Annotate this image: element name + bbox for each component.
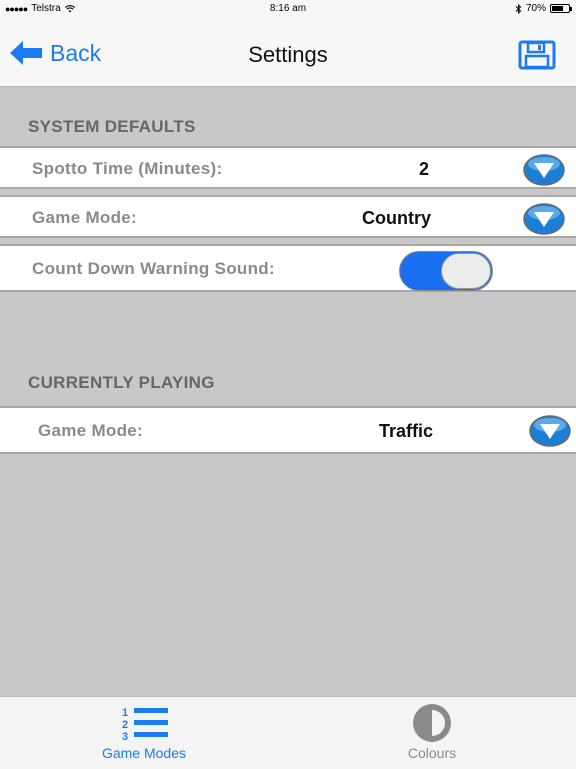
half-circle-icon: [413, 704, 451, 742]
status-time: 8:16 am: [269, 3, 307, 14]
tab-colours-label: Colours: [407, 745, 457, 761]
back-button[interactable]: Back: [8, 38, 101, 68]
chevron-down-icon: [529, 415, 571, 447]
current-game-mode-row: Game Mode: Traffic: [0, 406, 576, 454]
navigation-bar: Back Settings: [0, 18, 576, 87]
count-down-warning-row: Count Down Warning Sound:: [0, 244, 576, 292]
default-game-mode-value: Country: [362, 208, 431, 228]
bluetooth-icon: [515, 3, 522, 14]
tab-colours[interactable]: Colours: [288, 697, 576, 769]
current-game-mode-dropdown-button[interactable]: [528, 414, 572, 453]
current-game-mode-label: Game Mode:: [38, 421, 144, 440]
count-down-warning-toggle[interactable]: [399, 251, 493, 291]
default-game-mode-dropdown-button[interactable]: [522, 202, 566, 241]
numbered-list-icon: 1 2 3: [122, 707, 168, 741]
chevron-down-icon: [523, 203, 565, 235]
status-bar: ●●●●● Telstra 8:16 am 70%: [0, 0, 576, 18]
tab-game-modes-label: Game Modes: [101, 745, 187, 761]
current-game-mode-value: Traffic: [379, 421, 434, 441]
spotto-time-row: Spotto Time (Minutes): 2: [0, 146, 576, 189]
system-defaults-header: SYSTEM DEFAULTS: [28, 117, 196, 136]
count-down-warning-label: Count Down Warning Sound:: [32, 259, 275, 278]
spotto-time-value: 2: [419, 159, 430, 179]
save-button[interactable]: [518, 40, 556, 75]
spotto-time-dropdown-button[interactable]: [522, 153, 566, 192]
spotto-time-label: Spotto Time (Minutes):: [32, 159, 223, 178]
svg-text:3: 3: [122, 731, 128, 741]
battery-percent: 70%: [525, 3, 546, 14]
svg-text:2: 2: [122, 719, 128, 731]
default-game-mode-label: Game Mode:: [32, 208, 138, 227]
back-button-label: Back: [50, 39, 102, 66]
battery-icon: [550, 4, 572, 13]
floppy-disk-icon: [518, 40, 556, 70]
svg-text:1: 1: [122, 707, 128, 719]
toggle-knob: [441, 253, 491, 289]
back-arrow-icon: [10, 41, 42, 65]
chevron-down-icon: [523, 154, 565, 186]
tab-game-modes[interactable]: 1 2 3 Game Modes: [0, 697, 288, 769]
default-game-mode-row: Game Mode: Country: [0, 195, 576, 238]
tab-bar: 1 2 3 Game Modes Colours: [0, 696, 576, 769]
currently-playing-header: CURRENTLY PLAYING: [28, 373, 215, 392]
